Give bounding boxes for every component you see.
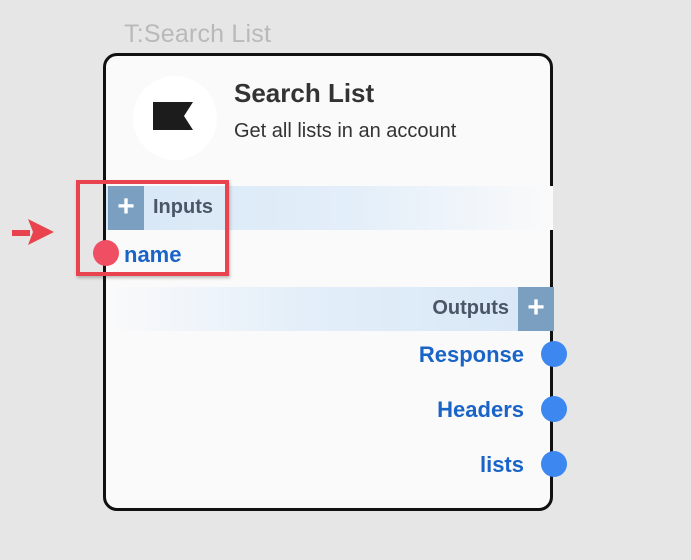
node-icon-badge (133, 76, 217, 160)
output-port-label-headers[interactable]: Headers (437, 397, 524, 423)
add-output-button[interactable]: + (518, 287, 554, 331)
pointer-arrow-icon (12, 219, 54, 245)
node-subtitle: Get all lists in an account (234, 120, 457, 142)
highlight-box (76, 180, 229, 276)
outputs-label: Outputs (432, 297, 509, 319)
search-list-node[interactable]: Search List Get all lists in an account … (103, 53, 554, 511)
flag-icon (153, 102, 193, 130)
node-title: Search List (234, 78, 375, 108)
workflow-canvas[interactable]: T:Search List Search List Get all lists … (0, 0, 691, 560)
output-port-headers-dot[interactable] (541, 396, 567, 422)
output-port-response-dot[interactable] (541, 341, 567, 367)
output-port-label-response[interactable]: Response (419, 342, 524, 368)
output-port-lists-dot[interactable] (541, 451, 567, 477)
output-port-label-lists[interactable]: lists (480, 452, 524, 478)
outputs-section-header: Outputs + (106, 287, 554, 331)
node-caption: T:Search List (124, 20, 272, 48)
